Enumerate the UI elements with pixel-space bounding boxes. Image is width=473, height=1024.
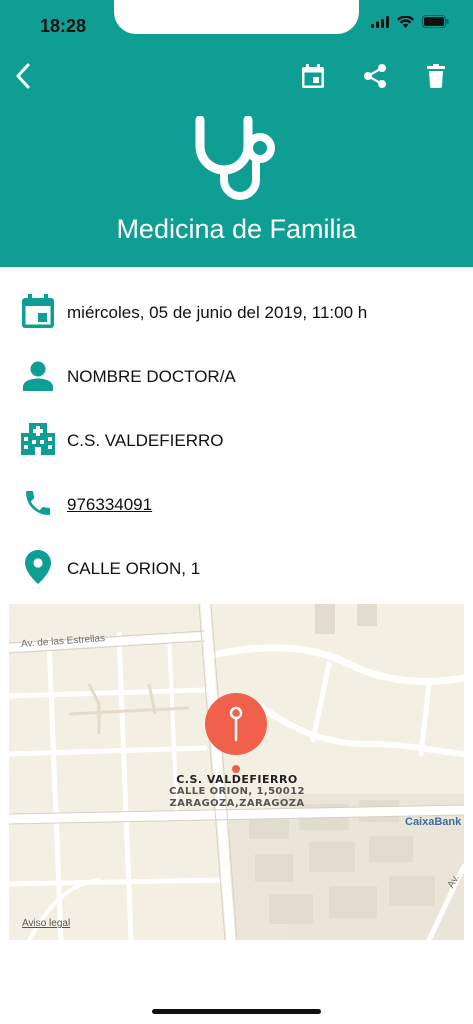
page-title: Medicina de Familia [116,214,357,244]
health-center-name: C.S. VALDEFIERRO [67,431,224,450]
map-pin[interactable] [204,692,268,774]
doctor-row: NOMBRE DOCTOR/A [0,351,473,401]
pin-address-line2: ZARAGOZA,ZARAGOZA [169,798,305,809]
wifi-icon [397,15,414,33]
hospital-building-icon [20,421,56,457]
map-pin-icon [205,693,267,773]
back-button[interactable] [8,58,38,94]
share-icon [364,64,386,88]
address-text: CALLE ORION, 1 [67,559,201,578]
person-icon [20,358,56,394]
status-icons [371,15,449,33]
poi-label[interactable]: CaixaBank [405,816,461,828]
datetime-row: miércoles, 05 de junio del 2019, 11:00 h [0,287,473,337]
map-view[interactable]: Av. de las Estrellas Av. C.S. VALDEFIERR… [9,604,464,940]
appointment-datetime: miércoles, 05 de junio del 2019, 11:00 h [67,303,368,322]
calendar-icon [20,293,56,329]
header: 18:28 Medicina de Familia [0,0,473,267]
location-pin-icon [20,549,56,585]
notch [114,0,359,34]
add-to-calendar-button[interactable] [298,60,328,92]
battery-icon [422,15,449,33]
signal-icon [371,15,389,33]
delete-button[interactable] [421,60,451,92]
status-bar: 18:28 [0,0,473,48]
chevron-left-icon [16,63,30,89]
map-pin-label: C.S. VALDEFIERRO CALLE ORION, 1,50012 ZA… [154,774,320,810]
legal-link[interactable]: Aviso legal [22,918,70,929]
phone-row: 976334091 [0,479,473,529]
trash-icon [427,64,445,88]
doctor-name: NOMBRE DOCTOR/A [67,367,236,386]
stethoscope-icon [195,115,275,200]
logo [190,115,282,202]
pin-address-line1: CALLE ORION, 1,50012 [169,786,305,797]
status-time: 18:28 [40,16,87,36]
phone-icon [20,485,56,521]
address-row: CALLE ORION, 1 [0,543,473,593]
calendar-event-icon [302,64,324,88]
home-indicator[interactable] [152,1009,321,1014]
center-row: C.S. VALDEFIERRO [0,415,473,465]
pin-title: C.S. VALDEFIERRO [176,773,298,786]
share-button[interactable] [360,60,390,92]
phone-link[interactable]: 976334091 [67,495,152,515]
